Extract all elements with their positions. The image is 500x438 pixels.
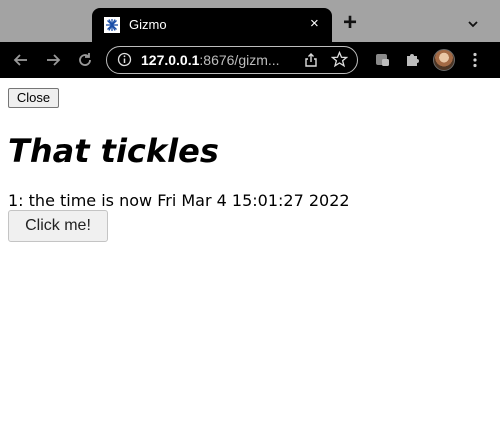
click-me-button[interactable]: Click me! bbox=[8, 210, 108, 242]
extension-icon[interactable] bbox=[374, 51, 390, 73]
url-path: :8676/gizm... bbox=[199, 52, 280, 68]
browser-toolbar: 127.0.0.1:8676/gizm... bbox=[0, 42, 500, 78]
share-icon[interactable] bbox=[303, 52, 319, 72]
profile-avatar[interactable] bbox=[433, 49, 455, 71]
tab-search-chevron-icon[interactable] bbox=[467, 14, 479, 33]
tab-title: Gizmo bbox=[129, 17, 167, 32]
page-heading: That tickles bbox=[8, 132, 219, 170]
page-content: Close That tickles 1: the time is now Fr… bbox=[0, 78, 500, 438]
info-icon[interactable] bbox=[117, 52, 132, 67]
url-text[interactable]: 127.0.0.1:8676/gizm... bbox=[141, 52, 280, 68]
kebab-menu-icon[interactable] bbox=[472, 52, 478, 72]
tab-gizmo[interactable]: Gizmo × bbox=[92, 8, 332, 42]
gizmo-favicon-icon bbox=[104, 17, 120, 33]
tab-close-icon[interactable]: × bbox=[310, 16, 319, 32]
address-bar[interactable]: 127.0.0.1:8676/gizm... bbox=[106, 46, 358, 74]
new-tab-button[interactable]: + bbox=[343, 11, 357, 35]
tab-strip: Gizmo × + bbox=[0, 0, 500, 42]
close-button[interactable]: Close bbox=[8, 88, 59, 108]
back-arrow-icon[interactable] bbox=[11, 50, 31, 70]
puzzle-icon[interactable] bbox=[404, 51, 420, 73]
forward-arrow-icon[interactable] bbox=[43, 50, 63, 70]
time-message: 1: the time is now Fri Mar 4 15:01:27 20… bbox=[8, 191, 350, 210]
star-icon[interactable] bbox=[330, 50, 349, 72]
reload-icon[interactable] bbox=[75, 50, 95, 70]
url-host: 127.0.0.1 bbox=[141, 52, 200, 68]
